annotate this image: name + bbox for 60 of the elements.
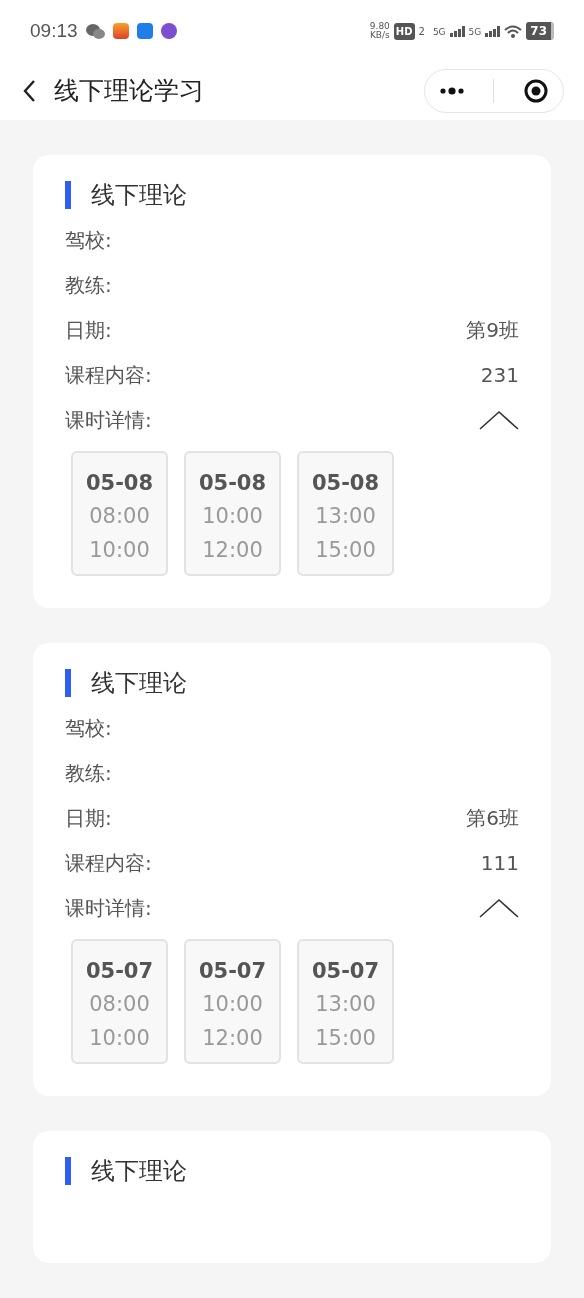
network-speed: 9.80 [369,22,390,31]
title-marker [65,669,71,698]
slot-date: 05-08 [84,469,155,497]
network-type: 5G [432,27,446,37]
slot-start: 10:00 [201,991,264,1019]
field-value: 第6班 [466,805,519,833]
slot-date: 05-07 [310,957,381,985]
app-icon [136,23,153,39]
field-label: 教练: [65,272,112,300]
network-speed-unit: KB/s [369,31,390,40]
slot-start: 13:00 [314,991,377,1019]
slot-date: 05-07 [84,957,155,985]
capsule-menu[interactable] [424,69,564,113]
field-label: 课时详情: [65,895,152,923]
slot-end: 12:00 [201,537,264,564]
slot-end: 15:00 [314,537,377,564]
slot-start: 10:00 [201,503,264,531]
chevron-up-icon[interactable] [479,897,519,919]
field-label: 驾校: [65,227,112,255]
card-title: 线下理论 [91,668,187,698]
hd-sub: 2 [418,24,425,39]
card-title: 线下理论 [91,1156,187,1186]
hd-badge: HD [393,22,415,40]
slot-end: 10:00 [88,1024,151,1052]
title-marker [65,181,71,210]
field-value: 231 [480,362,519,390]
slot-date: 05-07 [197,957,268,985]
more-icon [439,86,464,96]
page-title: 线下理论学习 [54,75,204,108]
field-label: 驾校: [65,715,112,743]
chevron-up-icon[interactable] [479,409,519,431]
slot-end: 12:00 [201,1024,264,1052]
field-label: 课程内容: [65,362,152,390]
field-label: 课程内容: [65,850,152,878]
back-icon[interactable] [22,79,36,103]
field-label: 日期: [65,317,112,345]
app-icon [160,23,177,39]
close-icon [524,79,549,103]
signal-icon [485,25,501,37]
wifi-icon [504,24,523,38]
field-label: 课时详情: [65,407,152,435]
app-icon [112,23,129,39]
field-label: 教练: [65,760,112,788]
field-label: 日期: [65,805,112,833]
battery-level: 73 [526,22,554,40]
slot-date: 05-08 [197,469,268,497]
slot-start: 08:00 [88,503,151,531]
title-marker [65,1157,71,1185]
signal-icon [449,25,465,37]
slot-end: 15:00 [314,1024,377,1052]
network-type: 5G [468,27,482,37]
field-value: 第9班 [466,317,519,345]
card-title: 线下理论 [91,181,187,210]
slot-start: 13:00 [314,503,377,531]
slot-date: 05-08 [310,469,381,497]
field-value: 111 [480,850,519,878]
slot-end: 10:00 [88,537,151,564]
slot-start: 08:00 [88,991,151,1019]
chat-icon [85,23,105,39]
status-time: 09:13 [30,18,78,43]
